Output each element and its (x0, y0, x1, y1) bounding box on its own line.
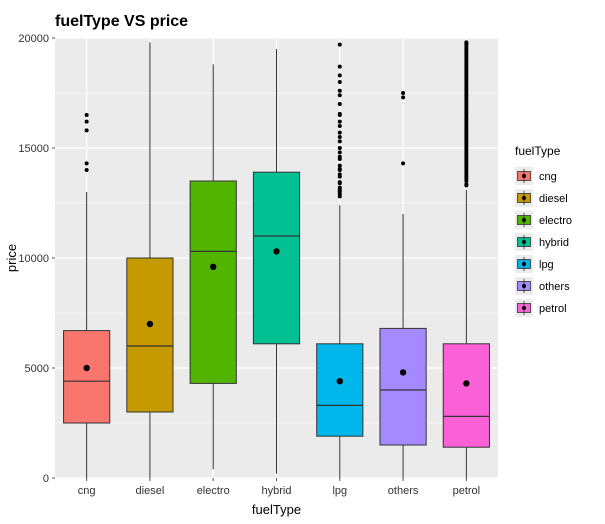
box-hybrid (253, 172, 299, 344)
outlier (85, 161, 89, 165)
boxplot-chart: fuelType VS price 0 5000 10000 15000 20000 c… (0, 0, 605, 524)
outlier (338, 155, 342, 159)
x-tick-label: cng (78, 485, 96, 497)
box-petrol (443, 344, 489, 447)
box-cng (64, 331, 110, 423)
box-others (380, 328, 426, 445)
mean-point (83, 365, 89, 371)
outlier (338, 102, 342, 106)
outlier (85, 120, 89, 124)
box-diesel (127, 258, 173, 412)
y-tick-label: 0 (43, 473, 49, 485)
x-tick-label: hybrid (262, 485, 292, 497)
y-tick-label: 5000 (25, 363, 49, 375)
outlier (338, 93, 342, 97)
x-tick-label: lpg (332, 485, 347, 497)
legend-item-hybrid: hybrid (515, 233, 569, 251)
legend-label: diesel (539, 193, 568, 205)
outlier (338, 89, 342, 93)
box-electro (190, 181, 236, 383)
legend-label: others (539, 281, 570, 293)
outlier (338, 65, 342, 69)
outlier (338, 73, 342, 77)
outlier (85, 168, 89, 172)
legend-item-electro: electro (515, 211, 572, 229)
legend-label: cng (539, 171, 557, 183)
outlier (338, 131, 342, 135)
outlier (338, 150, 342, 154)
outlier (464, 40, 468, 44)
outlier (338, 139, 342, 143)
outlier (338, 80, 342, 84)
x-tick-label: petrol (453, 485, 481, 497)
legend-item-diesel: diesel (515, 189, 568, 207)
legend-item-petrol: petrol (515, 299, 567, 317)
legend-label: lpg (539, 259, 554, 271)
outlier (338, 186, 342, 190)
outlier (401, 95, 405, 99)
outlier (338, 120, 342, 124)
x-tick-label: electro (197, 485, 230, 497)
x-tick-label: others (388, 485, 419, 497)
outlier (85, 128, 89, 132)
legend-label: electro (539, 215, 572, 227)
mean-point (463, 380, 469, 386)
outlier (338, 164, 342, 168)
legend-item-cng: cng (515, 167, 557, 185)
mean-point (210, 264, 216, 270)
outlier (401, 161, 405, 165)
chart-svg: fuelType VS price 0 5000 10000 15000 20000 c… (0, 0, 605, 524)
y-tick-label: 15000 (18, 143, 49, 155)
mean-point (147, 321, 153, 327)
outlier (338, 180, 342, 184)
outlier (338, 43, 342, 47)
outlier (338, 124, 342, 128)
outlier (338, 172, 342, 176)
box-lpg (317, 344, 363, 436)
outlier (85, 113, 89, 117)
legend-title: fuelType (515, 144, 561, 158)
legend-label: petrol (539, 303, 567, 315)
chart-title: fuelType VS price (55, 13, 188, 30)
legend-item-others: others (515, 277, 570, 295)
outlier (338, 112, 342, 116)
x-axis-label: fuelType (252, 502, 301, 517)
y-tick-label: 20000 (18, 33, 49, 45)
outlier (401, 91, 405, 95)
outlier (338, 146, 342, 150)
mean-point (400, 369, 406, 375)
y-tick-label: 10000 (18, 253, 49, 265)
mean-point (273, 248, 279, 254)
legend-label: hybrid (539, 237, 569, 249)
mean-point (337, 378, 343, 384)
legend-item-lpg: lpg (515, 255, 554, 273)
outlier (338, 135, 342, 139)
y-axis-label: price (4, 244, 19, 272)
x-tick-label: diesel (136, 485, 165, 497)
